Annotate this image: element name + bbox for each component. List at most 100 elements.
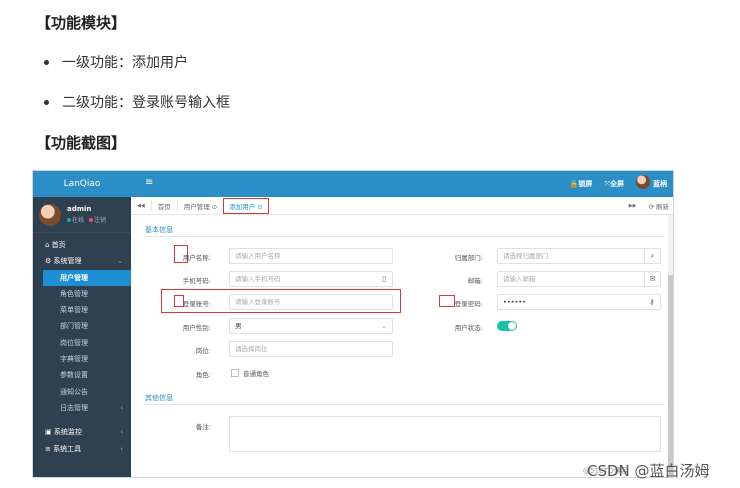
chevron-icon: ‹ bbox=[120, 444, 123, 453]
refresh-button[interactable]: ⟳ 刷新 bbox=[642, 201, 673, 211]
sidebar-item-label: 通知公告 bbox=[60, 387, 88, 396]
online-label: 在线 bbox=[72, 217, 85, 224]
home-icon: ⌂ bbox=[45, 241, 52, 249]
sidebar-item[interactable]: 角色管理 bbox=[33, 286, 131, 302]
chevron-icon: ⌄ bbox=[117, 257, 123, 266]
password-input[interactable]: •••••• ⚷ bbox=[497, 294, 661, 310]
account-input[interactable]: 请输入登录账号 bbox=[229, 294, 393, 310]
role-option-label: 普通角色 bbox=[243, 370, 269, 378]
divider bbox=[145, 404, 665, 405]
form-content: 基本信息 用户名称: 请输入用户名称 归属部门: 请选择归属部门 ⌕ 手机号码: … bbox=[139, 219, 667, 477]
username-input[interactable]: 请输入用户名称 bbox=[229, 248, 393, 264]
gender-select[interactable]: 男 ⌄ bbox=[229, 318, 393, 334]
password-value: •••••• bbox=[503, 298, 527, 306]
sidebar-item[interactable]: 日志管理 ‹ bbox=[33, 400, 131, 416]
lock-label: 锁屏 bbox=[578, 180, 593, 188]
hamburger-icon[interactable]: ≡ bbox=[145, 177, 153, 188]
sidebar-item-label: 字典管理 bbox=[60, 355, 88, 364]
sidebar-item[interactable]: 通知公告 bbox=[33, 384, 131, 400]
search-icon[interactable]: ⌕ bbox=[644, 249, 660, 263]
sidebar-item[interactable]: ⚙ 系统管理 ⌄ bbox=[33, 253, 131, 269]
envelope-icon: ✉ bbox=[644, 272, 660, 286]
mobile-icon: ▯ bbox=[382, 275, 386, 283]
app-screenshot: LanQiao admin 在线 注销 ⌂ 首页 ⚙ 系统管理 ⌄ 用户管理 角色管理菜… bbox=[32, 170, 674, 478]
gender-label: 用户性别: bbox=[182, 324, 211, 332]
status-label: 用户状态: bbox=[454, 324, 483, 332]
email-label: 邮箱: bbox=[467, 277, 483, 285]
avatar-small bbox=[636, 175, 650, 189]
logout-icon[interactable] bbox=[88, 218, 93, 222]
top-user-menu[interactable]: 蓝柄 bbox=[636, 175, 667, 189]
post-label: 岗位: bbox=[195, 347, 211, 355]
list-icon: ≡ bbox=[45, 444, 54, 453]
sidebar-item[interactable]: ≡ 系统工具 ‹ bbox=[33, 441, 131, 457]
email-placeholder: 请输入邮箱 bbox=[503, 275, 536, 283]
scrollbar[interactable] bbox=[668, 215, 673, 477]
sidebar-item-label: 菜单管理 bbox=[60, 306, 88, 315]
remark-textarea[interactable] bbox=[229, 416, 661, 452]
bullet-level2-text: 二级功能：登录账号输入框 bbox=[62, 95, 230, 111]
tab-home[interactable]: 首页 bbox=[150, 200, 177, 211]
dept-label: 归属部门: bbox=[454, 254, 483, 262]
tab-user-management[interactable]: 用户管理 ⊙ bbox=[176, 200, 224, 211]
sidebar-item-label: 用户管理 bbox=[60, 273, 88, 282]
fullscreen-label: 全屏 bbox=[610, 180, 624, 188]
tab-add-user[interactable]: 添加用户 ⊙ bbox=[223, 197, 269, 214]
sidebar-item[interactable]: 字典管理 bbox=[33, 351, 131, 367]
video-icon: ▣ bbox=[45, 428, 54, 437]
sidebar-item[interactable]: 部门管理 bbox=[33, 318, 131, 334]
chevron-down-icon: ⌄ bbox=[381, 322, 387, 330]
sidebar-item[interactable]: 参数设置 bbox=[33, 367, 131, 383]
sidebar-item-label: 日志管理 bbox=[60, 403, 88, 412]
status-toggle[interactable] bbox=[497, 321, 517, 331]
sidebar-menu: ⌂ 首页 ⚙ 系统管理 ⌄ 用户管理 角色管理 菜单管理 部门管理 岗位管理 字典管理 参数设置通… bbox=[33, 237, 131, 457]
heading-function-module: 【功能模块】 bbox=[36, 14, 127, 32]
sidebar-item[interactable]: ▣ 系统监控 ‹ bbox=[33, 424, 131, 440]
sidebar-item[interactable]: 岗位管理 bbox=[33, 335, 131, 351]
lock-screen-button[interactable]: 🔒锁屏 bbox=[570, 179, 593, 189]
bullet-level1: 一级功能：添加用户 bbox=[44, 52, 188, 72]
role-label: 角色: bbox=[195, 371, 211, 379]
chevron-icon: ‹ bbox=[120, 428, 123, 437]
tab-scroll-right-icon[interactable]: ▶▶ bbox=[623, 203, 643, 209]
bullet-level1-text: 一级功能：添加用户 bbox=[62, 55, 188, 71]
user-status: 在线 注销 bbox=[67, 215, 106, 224]
tab-bar: ◀◀ 首页 用户管理 ⊙ 添加用户 ⊙ ▶▶ ⟳ 刷新 bbox=[131, 197, 673, 215]
post-select[interactable]: 请选择岗位 bbox=[229, 341, 393, 357]
gender-value: 男 bbox=[235, 322, 242, 330]
phone-input[interactable]: 请输入手机号码 ▯ bbox=[229, 271, 393, 287]
sidebar-item[interactable]: 菜单管理 bbox=[33, 302, 131, 318]
avatar bbox=[39, 203, 61, 226]
sidebar-item-label: 系统管理 bbox=[53, 257, 82, 266]
dept-input[interactable]: 请选择归属部门 ⌕ bbox=[497, 248, 661, 264]
logout-link[interactable]: 注销 bbox=[94, 217, 106, 224]
phone-label: 手机号码: bbox=[182, 277, 211, 285]
fullscreen-button[interactable]: ⤧全屏 bbox=[604, 179, 624, 189]
account-label: 登录账号: bbox=[182, 300, 211, 308]
heading-screenshot: 【功能截图】 bbox=[36, 134, 127, 152]
section-basic-info: 基本信息 bbox=[145, 226, 173, 234]
dept-placeholder: 请选择归属部门 bbox=[503, 252, 549, 260]
sidebar-item[interactable]: 用户管理 bbox=[43, 269, 131, 286]
sidebar: LanQiao admin 在线 注销 ⌂ 首页 ⚙ 系统管理 ⌄ 用户管理 角色管理菜… bbox=[33, 171, 131, 477]
role-checkbox[interactable] bbox=[231, 369, 239, 377]
watermark: CSDN @蓝白汤姆 bbox=[587, 462, 710, 480]
email-input[interactable]: 请输入邮箱 ✉ bbox=[497, 271, 661, 287]
divider bbox=[145, 236, 665, 237]
top-user-name: 蓝柄 bbox=[653, 180, 667, 188]
tab-scroll-left-icon[interactable]: ◀◀ bbox=[131, 203, 151, 209]
sidebar-item[interactable]: ⌂ 首页 bbox=[33, 237, 131, 253]
sidebar-item-label: 角色管理 bbox=[60, 289, 88, 298]
sidebar-item-label: 系统监控 bbox=[53, 428, 82, 437]
chevron-icon: ‹ bbox=[120, 403, 123, 412]
online-dot-icon bbox=[67, 218, 71, 222]
sidebar-item-label: 岗位管理 bbox=[60, 338, 88, 347]
password-label: 登录密码: bbox=[454, 300, 483, 308]
key-icon: ⚷ bbox=[649, 298, 655, 306]
phone-placeholder: 请输入手机号码 bbox=[235, 275, 281, 283]
document: 【功能模块】 一级功能：添加用户 二级功能：登录账号输入框 【功能截图】 Lan… bbox=[0, 0, 740, 488]
sidebar-item-label: 参数设置 bbox=[60, 371, 88, 380]
sidebar-item-label: 首页 bbox=[51, 241, 66, 249]
user-panel: admin 在线 注销 bbox=[33, 197, 131, 233]
brand: LanQiao bbox=[33, 171, 131, 197]
